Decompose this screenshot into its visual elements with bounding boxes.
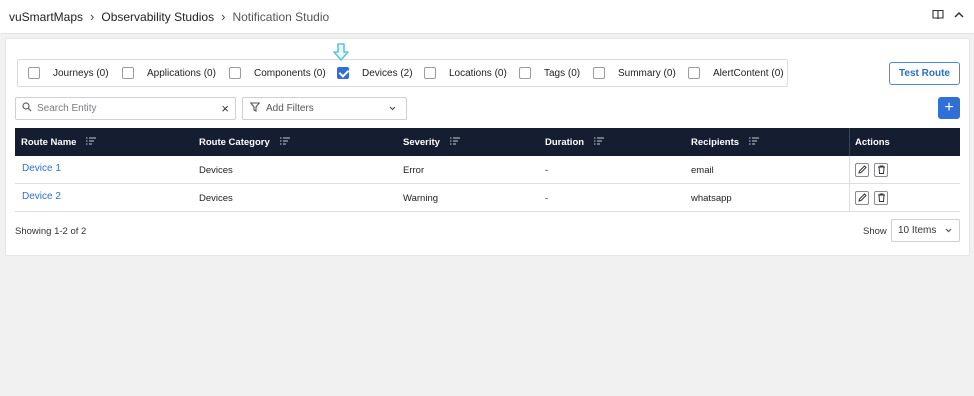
route-name-link[interactable]: Device 2	[22, 191, 61, 202]
column-route-name[interactable]: Route Name	[21, 137, 97, 148]
column-duration[interactable]: Duration	[545, 137, 605, 148]
notification-routes-card: Journeys (0) Applications (0) Components…	[5, 38, 970, 256]
page-size-label: Show	[863, 226, 887, 237]
entity-checkbox-tags[interactable]: Tags (0)	[519, 67, 580, 79]
column-label: Actions	[855, 136, 890, 148]
column-label: Duration	[545, 137, 585, 148]
page-size-select[interactable]: 10 Items	[891, 219, 960, 242]
route-category-cell: Devices	[199, 193, 233, 204]
entity-label: Locations (0)	[449, 67, 507, 79]
checkbox[interactable]	[229, 67, 241, 79]
column-severity[interactable]: Severity	[403, 137, 460, 148]
pagination-summary: Showing 1-2 of 2	[15, 226, 87, 237]
column-label: Recipients	[691, 137, 740, 148]
checkbox-checked[interactable]	[337, 67, 349, 79]
duration-cell: -	[545, 165, 549, 176]
book-icon[interactable]	[932, 9, 944, 20]
entity-label: AlertContent (0)	[713, 67, 784, 79]
column-route-category[interactable]: Route Category	[199, 137, 290, 148]
entity-checkbox-applications[interactable]: Applications (0)	[122, 67, 216, 79]
entity-label: Summary (0)	[618, 67, 676, 79]
sort-icon[interactable]	[86, 137, 97, 148]
sort-icon[interactable]	[449, 137, 460, 148]
column-label: Route Name	[21, 137, 77, 148]
route-category-cell: Devices	[199, 165, 233, 176]
chevron-down-icon	[389, 103, 396, 114]
entity-label: Devices (2)	[362, 67, 413, 79]
table-row: Device 1 Devices Error - email	[15, 156, 960, 184]
breadcrumb-observability-studios[interactable]: Observability Studios	[101, 10, 214, 24]
chevron-up-icon[interactable]	[954, 11, 964, 19]
sort-icon[interactable]	[594, 137, 605, 148]
search-icon	[22, 102, 32, 115]
sort-icon[interactable]	[279, 137, 290, 148]
table-row: Device 2 Devices Warning - whatsapp	[15, 184, 960, 212]
sort-icon[interactable]	[749, 137, 760, 148]
checkbox[interactable]	[519, 67, 531, 79]
edit-icon[interactable]	[855, 162, 869, 177]
checkbox[interactable]	[424, 67, 436, 79]
severity-cell: Warning	[403, 193, 439, 204]
chevron-down-icon	[945, 225, 952, 236]
severity-cell: Error	[403, 165, 425, 176]
delete-icon[interactable]	[874, 162, 888, 177]
table-header: Route Name Route Category Severity Durat…	[15, 128, 960, 156]
page-size-value: 10 Items	[898, 225, 937, 236]
chevron-right-icon: ›	[90, 9, 95, 24]
search-entity-input[interactable]: Search Entity ×	[15, 97, 236, 120]
entity-checkbox-journeys[interactable]: Journeys (0)	[28, 67, 109, 79]
entity-label: Components (0)	[254, 67, 326, 79]
row-actions	[849, 184, 960, 211]
column-actions: Actions	[849, 128, 960, 156]
entity-label: Applications (0)	[147, 67, 216, 79]
breadcrumb-current: Notification Studio	[232, 9, 330, 24]
filter-icon	[249, 102, 261, 115]
route-name-link[interactable]: Device 1	[22, 163, 61, 174]
checkbox[interactable]	[122, 67, 134, 79]
duration-cell: -	[545, 193, 549, 204]
column-label: Severity	[403, 137, 440, 148]
delete-icon[interactable]	[874, 190, 888, 205]
recipients-cell: email	[691, 165, 714, 176]
checkbox[interactable]	[28, 67, 40, 79]
top-bar: vuSmartMaps › Observability Studios › No…	[0, 0, 974, 34]
routes-table: Route Name Route Category Severity Durat…	[15, 128, 960, 212]
breadcrumb-home[interactable]: vuSmartMaps	[9, 10, 83, 24]
chevron-right-icon: ›	[221, 9, 226, 24]
add-route-button[interactable]: +	[938, 97, 960, 119]
entity-checkbox-locations[interactable]: Locations (0)	[424, 67, 507, 79]
entity-type-filter: Journeys (0) Applications (0) Components…	[17, 59, 788, 87]
checkbox[interactable]	[688, 67, 700, 79]
entity-checkbox-summary[interactable]: Summary (0)	[593, 67, 676, 79]
entity-checkbox-devices[interactable]: Devices (2)	[337, 67, 413, 79]
recipients-cell: whatsapp	[691, 193, 732, 204]
add-filters-label: Add Filters	[266, 103, 314, 114]
test-route-button[interactable]: Test Route	[889, 62, 960, 85]
entity-label: Journeys (0)	[53, 67, 109, 79]
entity-checkbox-components[interactable]: Components (0)	[229, 67, 326, 79]
edit-icon[interactable]	[855, 190, 869, 205]
search-placeholder: Search Entity	[37, 103, 97, 114]
close-icon[interactable]: ×	[221, 102, 229, 115]
column-label: Route Category	[199, 137, 270, 148]
row-actions	[849, 156, 960, 183]
entity-checkbox-alertcontent[interactable]: AlertContent (0)	[688, 67, 784, 79]
down-arrow-hint-icon	[333, 43, 349, 67]
column-recipients[interactable]: Recipients	[691, 137, 760, 148]
checkbox[interactable]	[593, 67, 605, 79]
entity-label: Tags (0)	[544, 67, 581, 79]
add-filters-dropdown[interactable]: Add Filters	[242, 97, 407, 120]
